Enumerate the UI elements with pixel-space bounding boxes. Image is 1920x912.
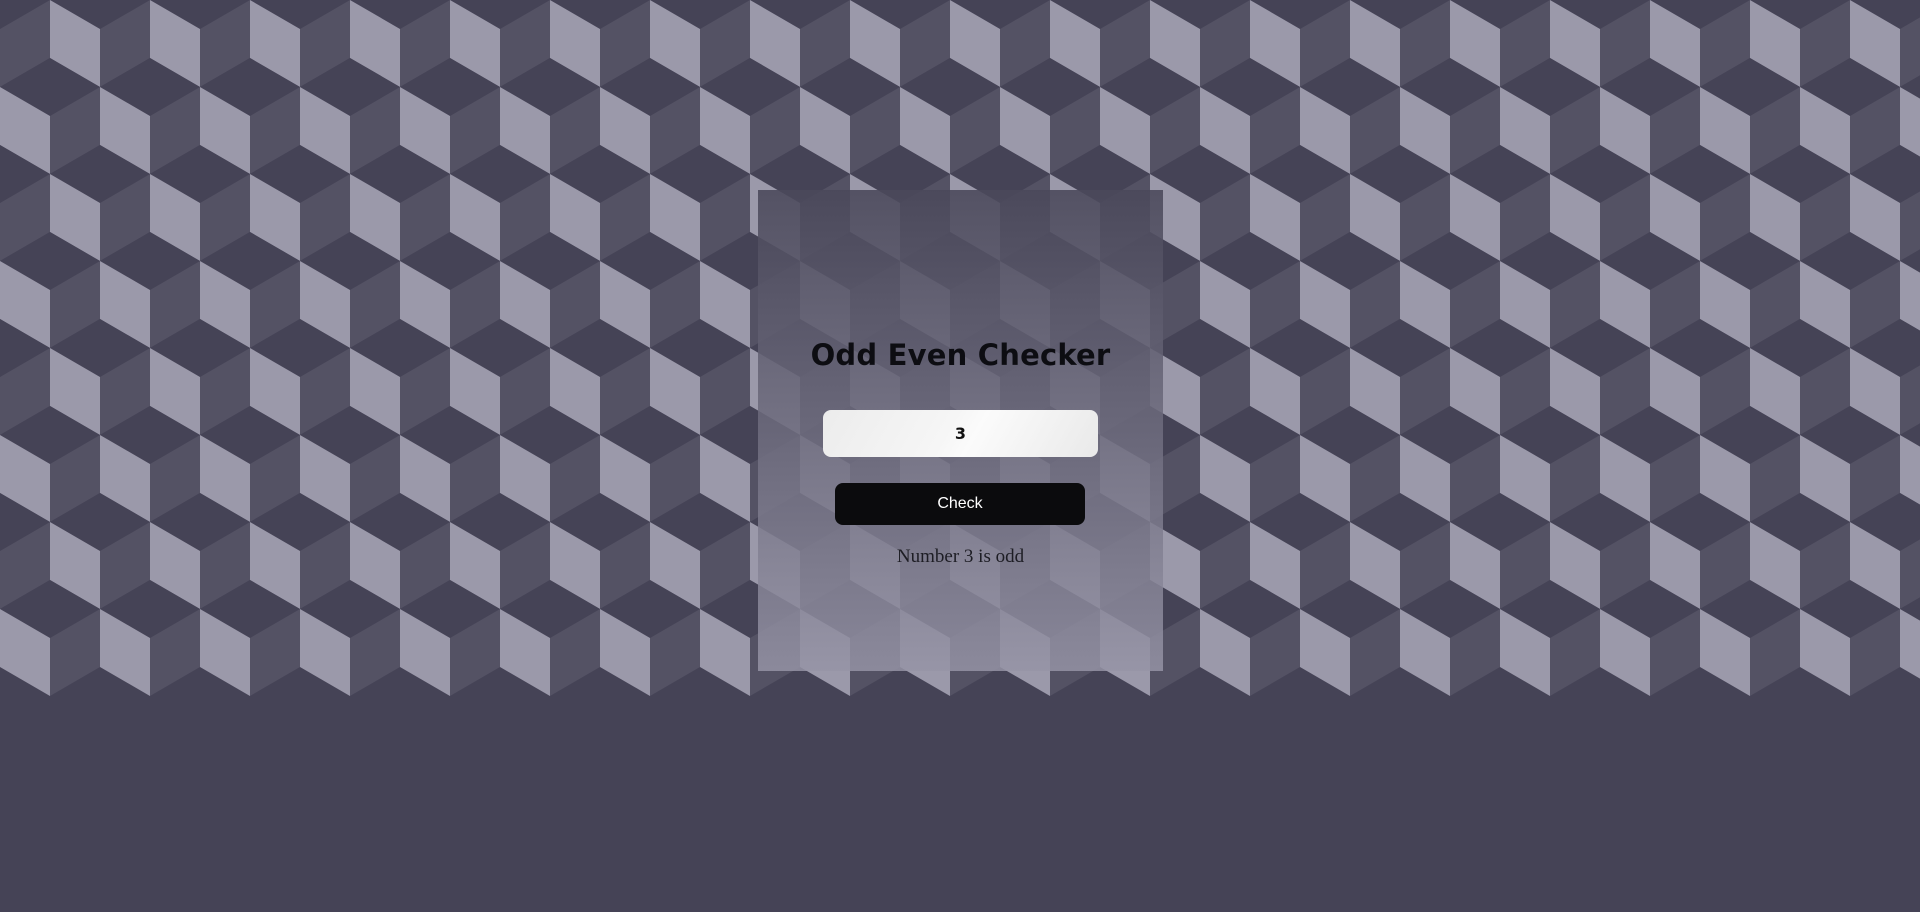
number-input[interactable] <box>823 410 1098 457</box>
check-button[interactable]: Check <box>835 483 1085 525</box>
page-title: Odd Even Checker <box>810 338 1111 372</box>
result-text: Number 3 is odd <box>896 546 1025 567</box>
checker-card: Odd Even Checker Check Number 3 is odd <box>758 190 1163 671</box>
cube-face <box>1900 609 1920 679</box>
